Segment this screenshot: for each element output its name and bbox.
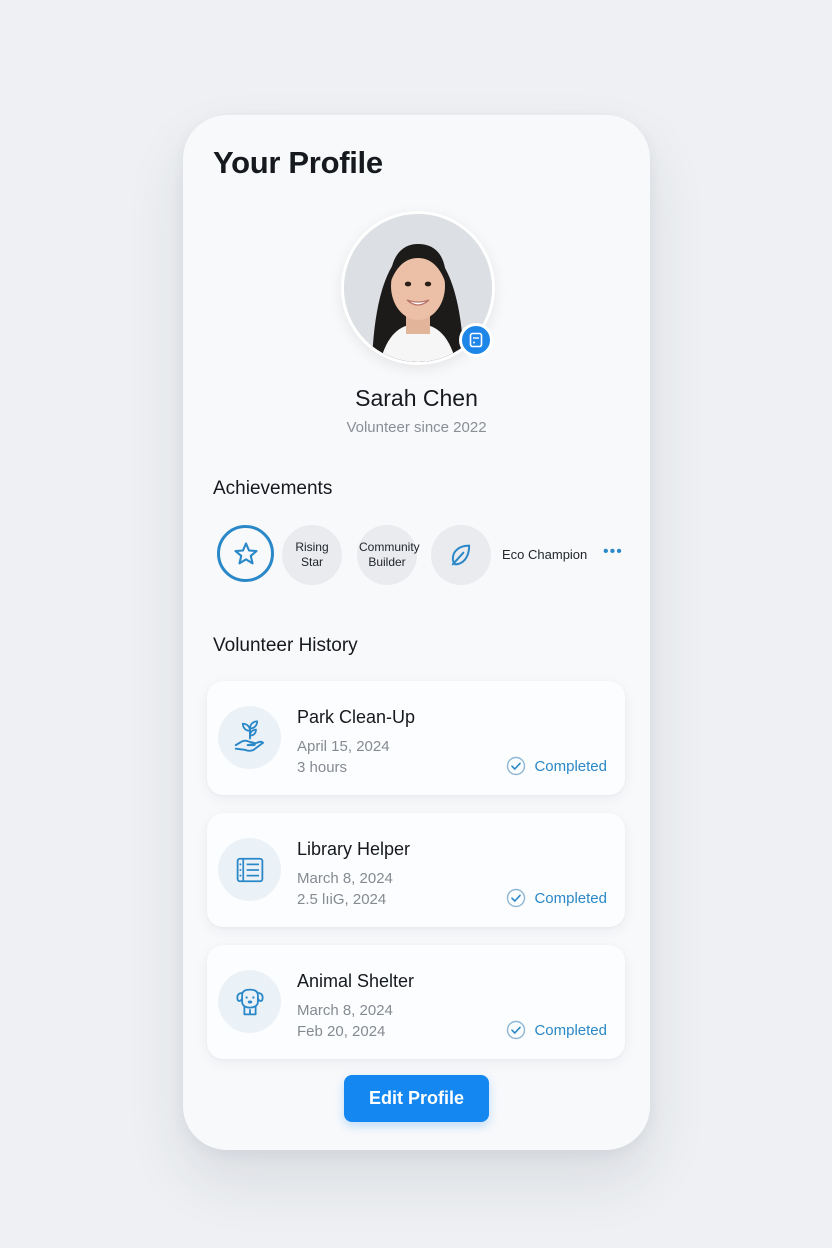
history-item-date: March 8, 2024 <box>297 870 393 887</box>
check-circle-icon <box>507 756 526 776</box>
achievement-eco-champion[interactable]: Eco Champion <box>502 547 587 562</box>
history-item-duration: 3 hours <box>297 759 348 776</box>
history-item-duration: Feb 20, 2024 <box>297 1023 386 1040</box>
history-item-library-helper[interactable]: Library Helper March 8, 2024 2.5 lıiG, 2… <box>207 813 625 927</box>
star-icon <box>233 541 258 564</box>
status-badge: Completed <box>506 1020 607 1040</box>
achievement-leaf[interactable] <box>431 525 491 585</box>
status-badge: Completed <box>506 756 607 776</box>
history-item-duration: 2.5 lıiG, 2024 <box>297 891 387 908</box>
book-list-icon <box>218 838 281 901</box>
check-circle-icon <box>507 888 526 908</box>
id-card-icon[interactable] <box>459 323 493 357</box>
profile-card: Your Profile Sarah Chen Volunteer since … <box>183 115 650 1150</box>
history-item-title: Park Clean-Up <box>297 707 416 727</box>
more-achievements-button[interactable]: ••• <box>603 543 623 561</box>
achievements-title: Achievements <box>213 478 333 499</box>
avatar-container <box>341 211 495 365</box>
achievement-rising-star[interactable]: Rising Star <box>282 525 342 585</box>
history-item-date: April 15, 2024 <box>297 738 390 755</box>
history-item-title: Library Helper <box>297 839 411 859</box>
history-item-title: Animal Shelter <box>297 971 415 991</box>
dog-icon <box>218 970 281 1033</box>
history-title: Volunteer History <box>213 635 358 656</box>
status-label: Completed <box>534 757 607 775</box>
status-badge: Completed <box>506 888 607 908</box>
status-label: Completed <box>534 1021 607 1039</box>
check-circle-icon <box>507 1020 526 1040</box>
page-title: Your Profile <box>213 145 383 180</box>
history-item-animal-shelter[interactable]: Animal Shelter March 8, 2024 Feb 20, 202… <box>207 945 625 1059</box>
profile-name: Sarah Chen <box>355 385 478 411</box>
edit-profile-button[interactable]: Edit Profile <box>344 1075 489 1122</box>
achievement-label: Community Builder <box>359 540 420 569</box>
leaf-icon <box>451 544 471 566</box>
hand-plant-icon <box>218 706 281 769</box>
history-item-date: March 8, 2024 <box>297 1002 393 1019</box>
achievement-community-builder[interactable]: Community Builder <box>357 525 420 585</box>
achievement-star[interactable] <box>217 525 274 582</box>
achievements-row: Rising Star Community Builder Eco Champi… <box>217 525 627 585</box>
member-since: Volunteer since 2022 <box>346 419 487 436</box>
status-label: Completed <box>534 889 607 907</box>
history-item-park-clean-up[interactable]: Park Clean-Up April 15, 2024 3 hours Com… <box>207 681 625 795</box>
achievement-label: Rising Star <box>295 540 329 569</box>
